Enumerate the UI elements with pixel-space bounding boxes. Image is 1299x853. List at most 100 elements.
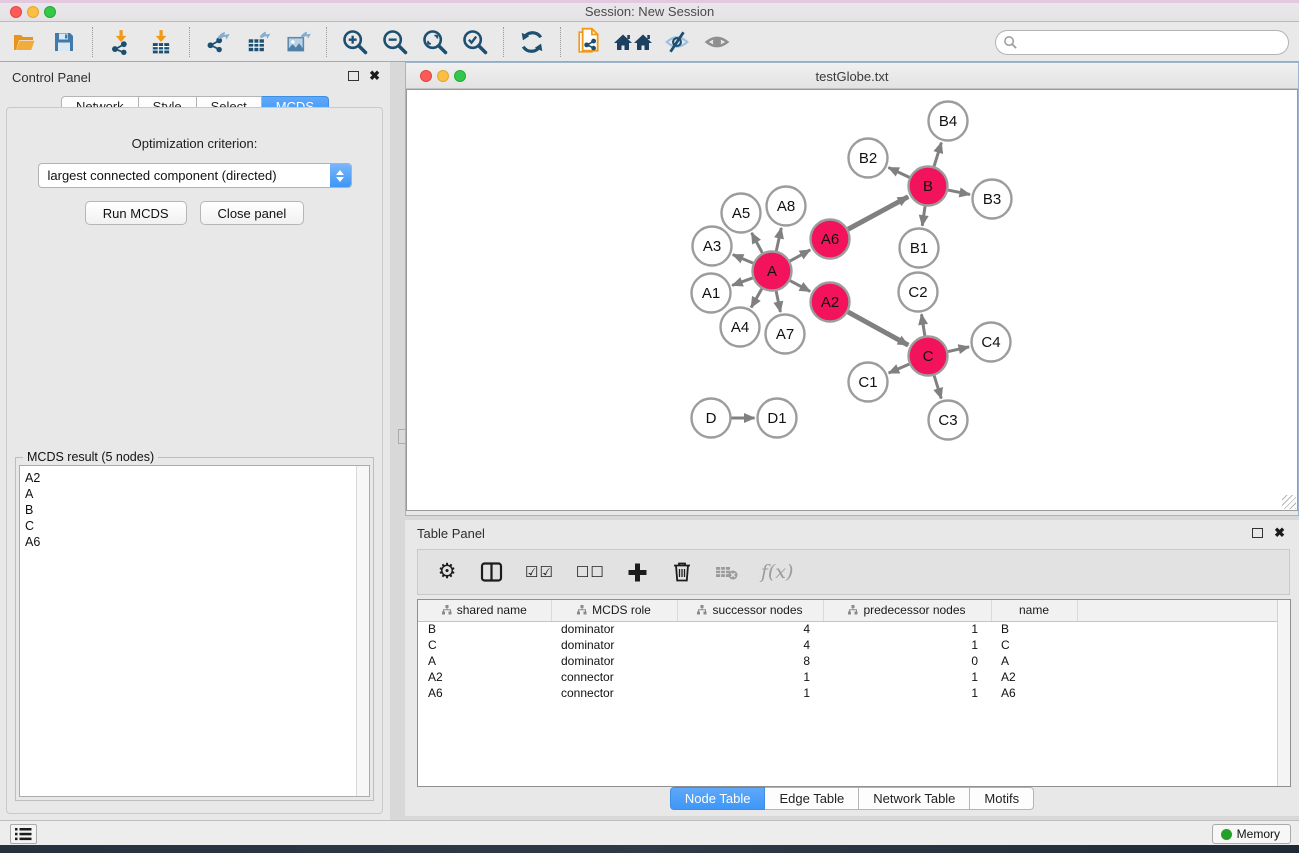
import-table-button[interactable] xyxy=(141,25,181,59)
tab-motifs[interactable]: Motifs xyxy=(970,787,1034,810)
cell-predecessor-nodes[interactable]: 1 xyxy=(823,621,991,637)
cell-predecessor-nodes[interactable]: 1 xyxy=(823,669,991,685)
refresh-layout-button[interactable] xyxy=(512,25,552,59)
cell-shared-name[interactable]: A xyxy=(418,653,551,669)
network-from-file-button[interactable] xyxy=(569,25,609,59)
table-scrollbar[interactable] xyxy=(1277,600,1290,786)
criterion-dropdown[interactable]: largest connected component (directed) xyxy=(38,163,352,188)
run-mcds-button[interactable]: Run MCDS xyxy=(85,201,187,225)
export-network-button[interactable] xyxy=(198,25,238,59)
graph-edge-B-B4[interactable] xyxy=(934,143,941,167)
search-field[interactable] xyxy=(995,30,1289,55)
cell-successor-nodes[interactable]: 8 xyxy=(677,653,823,669)
cell-shared-name[interactable]: A6 xyxy=(418,685,551,701)
column-header-shared-name[interactable]: shared name xyxy=(418,600,551,621)
table-row[interactable]: Adominator80A xyxy=(418,653,1290,669)
cell-predecessor-nodes[interactable]: 1 xyxy=(823,637,991,653)
float-table-panel-icon[interactable] xyxy=(1252,528,1263,538)
hide-panel-button[interactable] xyxy=(657,25,697,59)
cell-shared-name[interactable]: A2 xyxy=(418,669,551,685)
cell-successor-nodes[interactable]: 4 xyxy=(677,637,823,653)
graph-edge-A-A7[interactable] xyxy=(776,291,780,312)
delete-column-icon[interactable] xyxy=(671,559,693,585)
result-scrollbar[interactable] xyxy=(356,466,369,796)
table-row[interactable]: Cdominator41C xyxy=(418,637,1290,653)
tab-node-table[interactable]: Node Table xyxy=(670,787,766,810)
add-column-icon[interactable] xyxy=(627,559,649,585)
graph-edge-B-B3[interactable] xyxy=(948,190,970,194)
close-table-panel-icon[interactable]: ✖ xyxy=(1274,525,1285,541)
home-button[interactable] xyxy=(609,25,657,59)
zoom-out-button[interactable] xyxy=(375,25,415,59)
zoom-in-button[interactable] xyxy=(335,25,375,59)
table-row[interactable]: Bdominator41B xyxy=(418,621,1290,637)
cell-name[interactable]: A2 xyxy=(991,669,1077,685)
node-table-grid[interactable]: shared nameMCDS rolesuccessor nodesprede… xyxy=(418,600,1290,701)
graph-edge-C-C3[interactable] xyxy=(934,376,941,399)
zoom-selected-button[interactable] xyxy=(455,25,495,59)
graph-edge-A-A3[interactable] xyxy=(733,255,753,263)
cell-successor-nodes[interactable]: 1 xyxy=(677,669,823,685)
cell-successor-nodes[interactable]: 1 xyxy=(677,685,823,701)
graph-edge-A-A5[interactable] xyxy=(752,233,763,253)
mcds-result-item[interactable]: A xyxy=(25,486,369,502)
deselect-all-columns-icon[interactable]: ☐☐ xyxy=(576,559,605,585)
tab-edge-table[interactable]: Edge Table xyxy=(765,787,859,810)
cell-mcds-role[interactable]: dominator xyxy=(551,653,677,669)
graph-edge-B-B1[interactable] xyxy=(922,206,925,225)
cell-predecessor-nodes[interactable]: 1 xyxy=(823,685,991,701)
cell-name[interactable]: C xyxy=(991,637,1077,653)
export-image-button[interactable] xyxy=(278,25,318,59)
mcds-result-item[interactable]: A6 xyxy=(25,534,369,550)
cell-name[interactable]: B xyxy=(991,621,1077,637)
cell-successor-nodes[interactable]: 4 xyxy=(677,621,823,637)
window-resize-grip[interactable] xyxy=(1282,495,1296,509)
cell-mcds-role[interactable]: dominator xyxy=(551,621,677,637)
cell-mcds-role[interactable]: connector xyxy=(551,669,677,685)
search-input[interactable] xyxy=(1022,35,1288,50)
task-history-button[interactable] xyxy=(10,824,37,844)
float-panel-icon[interactable] xyxy=(348,71,359,81)
column-header-successor-nodes[interactable]: successor nodes xyxy=(677,600,823,621)
split-columns-icon[interactable] xyxy=(480,559,503,585)
cell-name[interactable]: A xyxy=(991,653,1077,669)
graph-edge-A-A6[interactable] xyxy=(790,250,810,261)
table-row[interactable]: A6connector11A6 xyxy=(418,685,1290,701)
cell-predecessor-nodes[interactable]: 0 xyxy=(823,653,991,669)
table-row[interactable]: A2connector11A2 xyxy=(418,669,1290,685)
graph-edge-A-A1[interactable] xyxy=(732,278,753,285)
cell-shared-name[interactable]: C xyxy=(418,637,551,653)
select-all-columns-icon[interactable]: ☑☑ xyxy=(525,559,554,585)
close-panel-button[interactable]: Close panel xyxy=(200,201,305,225)
gear-icon[interactable]: ⚙ xyxy=(436,559,458,585)
network-window-titlebar[interactable]: testGlobe.txt xyxy=(406,63,1298,89)
graph-edge-A-A8[interactable] xyxy=(776,228,781,251)
graph-edge-C-C1[interactable] xyxy=(889,364,910,373)
network-canvas[interactable]: AA1A2A3A4A5A6A7A8BB1B2B3B4CC1C2C3C4DD1 xyxy=(406,89,1298,511)
mcds-result-item[interactable]: A2 xyxy=(25,470,369,486)
cell-shared-name[interactable]: B xyxy=(418,621,551,637)
tab-network-table[interactable]: Network Table xyxy=(859,787,970,810)
cell-mcds-role[interactable]: dominator xyxy=(551,637,677,653)
graph-edge-A2-C[interactable] xyxy=(848,312,908,345)
column-header-name[interactable]: name xyxy=(991,600,1077,621)
mcds-result-item[interactable]: C xyxy=(25,518,369,534)
cell-mcds-role[interactable]: connector xyxy=(551,685,677,701)
close-panel-icon[interactable]: ✖ xyxy=(369,68,380,84)
graph-edge-B-B2[interactable] xyxy=(888,168,909,178)
column-header-predecessor-nodes[interactable]: predecessor nodes xyxy=(823,600,991,621)
export-table-button[interactable] xyxy=(238,25,278,59)
mcds-result-item[interactable]: B xyxy=(25,502,369,518)
graph-edge-A-A2[interactable] xyxy=(790,281,810,292)
open-session-button[interactable] xyxy=(4,25,44,59)
cell-name[interactable]: A6 xyxy=(991,685,1077,701)
graph-edge-C-C2[interactable] xyxy=(921,314,924,336)
graph-edge-A6-B[interactable] xyxy=(848,197,908,230)
import-network-button[interactable] xyxy=(101,25,141,59)
memory-button[interactable]: Memory xyxy=(1212,824,1291,844)
save-session-button[interactable] xyxy=(44,25,84,59)
show-panel-button[interactable] xyxy=(697,25,737,59)
zoom-fit-button[interactable] xyxy=(415,25,455,59)
graph-edge-C-C4[interactable] xyxy=(948,347,969,352)
graph-edge-A-A4[interactable] xyxy=(751,289,762,308)
